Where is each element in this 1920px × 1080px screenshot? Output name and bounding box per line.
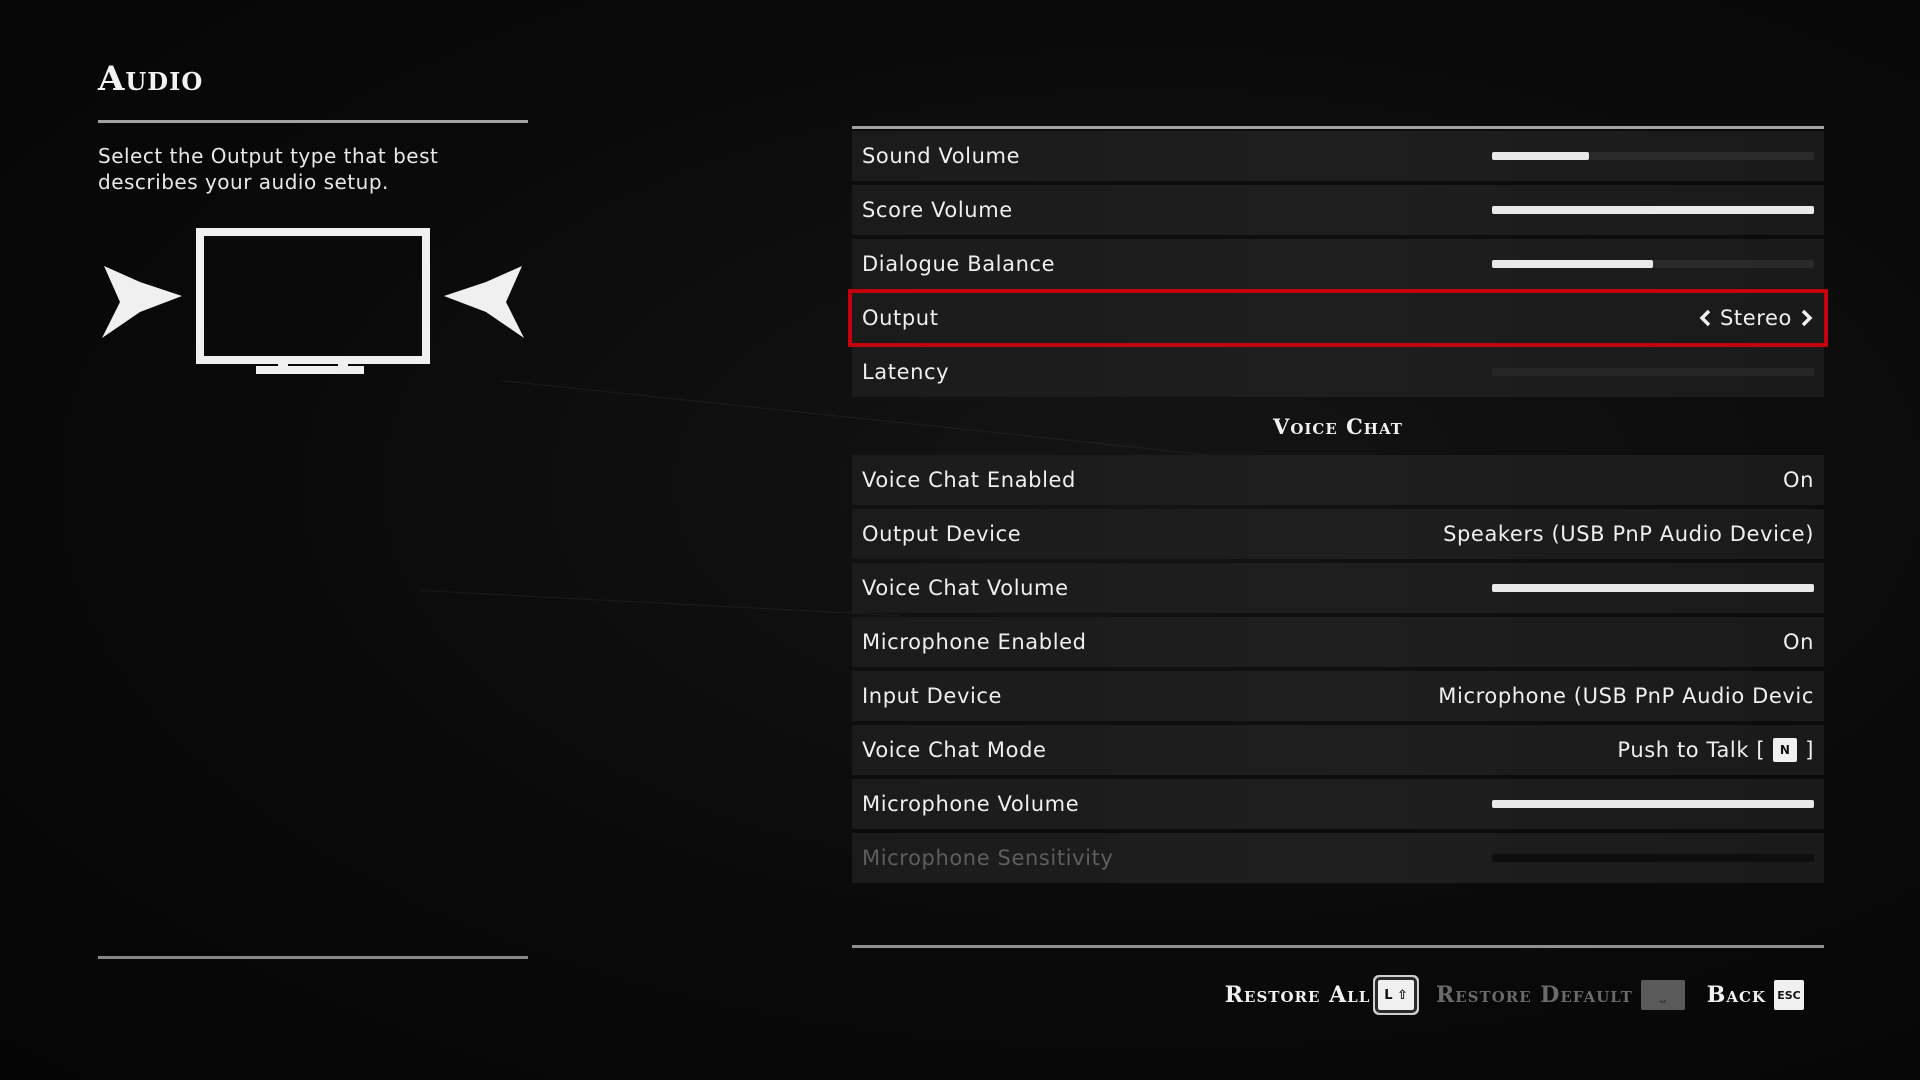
setting-label: Output (862, 306, 939, 330)
setting-label: Microphone Volume (862, 792, 1080, 816)
restore-all-button[interactable]: Restore All L ⇧ (1224, 977, 1417, 1013)
setting-label: Score Volume (862, 198, 1013, 222)
setting-label: Microphone Enabled (862, 630, 1087, 654)
setting-voice-chat-enabled[interactable]: Voice Chat Enabled On (852, 455, 1824, 505)
voice-chat-mode-value: Push to Talk [ N ] (1617, 738, 1814, 762)
slider-fill (1492, 800, 1814, 808)
setting-microphone-volume[interactable]: Microphone Volume (852, 779, 1824, 829)
setting-voice-chat-volume[interactable]: Voice Chat Volume (852, 563, 1824, 613)
score-volume-slider[interactable] (1492, 206, 1814, 214)
back-label: Back (1706, 982, 1766, 1008)
info-panel: Audio Select the Output type that best d… (98, 58, 528, 195)
right-speaker-icon (444, 266, 524, 338)
slider-fill (1492, 152, 1589, 160)
output-selector[interactable]: Stereo (1698, 306, 1814, 330)
setting-dialogue-balance[interactable]: Dialogue Balance (852, 239, 1824, 289)
esc-key-icon: ESC (1774, 980, 1804, 1010)
setting-microphone-enabled[interactable]: Microphone Enabled On (852, 617, 1824, 667)
latency-slider[interactable] (1492, 368, 1814, 376)
setting-label: Voice Chat Mode (862, 738, 1047, 762)
dialogue-balance-slider[interactable] (1492, 260, 1814, 268)
setting-label: Microphone Sensitivity (862, 846, 1114, 870)
setting-microphone-sensitivity: Microphone Sensitivity (852, 833, 1824, 883)
settings-panel: Sound Volume Score Volume Dialogue Balan… (848, 126, 1828, 887)
mode-text: Push to Talk [ (1617, 738, 1766, 762)
setting-label: Output Device (862, 522, 1022, 546)
settings-list: Sound Volume Score Volume Dialogue Balan… (848, 131, 1828, 883)
setting-latency[interactable]: Latency (852, 347, 1824, 397)
back-button[interactable]: Back ESC (1707, 980, 1804, 1010)
slider-fill (1492, 206, 1814, 214)
setting-label: Voice Chat Enabled (862, 468, 1076, 492)
setting-value: On (1782, 468, 1814, 492)
push-to-talk-key: N (1773, 738, 1798, 762)
left-speaker-icon (102, 266, 182, 338)
left-footer-divider (98, 956, 528, 959)
restore-default-label: Restore Default (1435, 982, 1633, 1008)
setting-label: Dialogue Balance (862, 252, 1056, 276)
setting-description: Select the Output type that best describ… (98, 144, 439, 194)
restore-all-key-icon: L ⇧ (1375, 977, 1417, 1013)
stereo-illustration (98, 222, 528, 382)
setting-value: Speakers (USB PnP Audio Device) (1443, 522, 1814, 546)
setting-sound-volume[interactable]: Sound Volume (852, 131, 1824, 181)
setting-output[interactable]: Output Stereo (848, 289, 1828, 347)
settings-top-divider (852, 126, 1824, 129)
setting-label: Voice Chat Volume (862, 576, 1069, 600)
sound-volume-slider[interactable] (1492, 152, 1814, 160)
output-value: Stereo (1719, 306, 1792, 330)
setting-score-volume[interactable]: Score Volume (852, 185, 1824, 235)
footer-actions: Restore All L ⇧ Restore Default ⎵ Back E… (1224, 977, 1804, 1013)
voice-chat-volume-slider[interactable] (1492, 584, 1814, 592)
slider-fill (1492, 584, 1814, 592)
setting-label: Sound Volume (862, 144, 1021, 168)
setting-label: Latency (862, 360, 950, 384)
voice-chat-heading: Voice Chat (1273, 413, 1403, 439)
setting-value: On (1782, 630, 1814, 654)
settings-bottom-divider (852, 945, 1824, 948)
title-divider (98, 120, 528, 123)
setting-label: Input Device (862, 684, 1003, 708)
chevron-right-icon[interactable] (1800, 309, 1814, 327)
restore-default-button[interactable]: Restore Default ⎵ (1436, 980, 1685, 1010)
mode-suffix: ] (1805, 738, 1814, 762)
spacebar-key-icon: ⎵ (1640, 980, 1685, 1010)
setting-input-device[interactable]: Input Device Microphone (USB PnP Audio D… (852, 671, 1824, 721)
setting-value: Microphone (USB PnP Audio Devic (1438, 684, 1814, 708)
microphone-sensitivity-slider (1492, 854, 1814, 862)
setting-output-device[interactable]: Output Device Speakers (USB PnP Audio De… (852, 509, 1824, 559)
page-title: Audio (98, 59, 204, 99)
setting-voice-chat-mode[interactable]: Voice Chat Mode Push to Talk [ N ] (852, 725, 1824, 775)
slider-fill (1492, 260, 1653, 268)
chevron-left-icon[interactable] (1698, 309, 1712, 327)
tv-icon (196, 228, 430, 374)
restore-all-label: Restore All (1224, 982, 1371, 1008)
microphone-volume-slider[interactable] (1492, 800, 1814, 808)
